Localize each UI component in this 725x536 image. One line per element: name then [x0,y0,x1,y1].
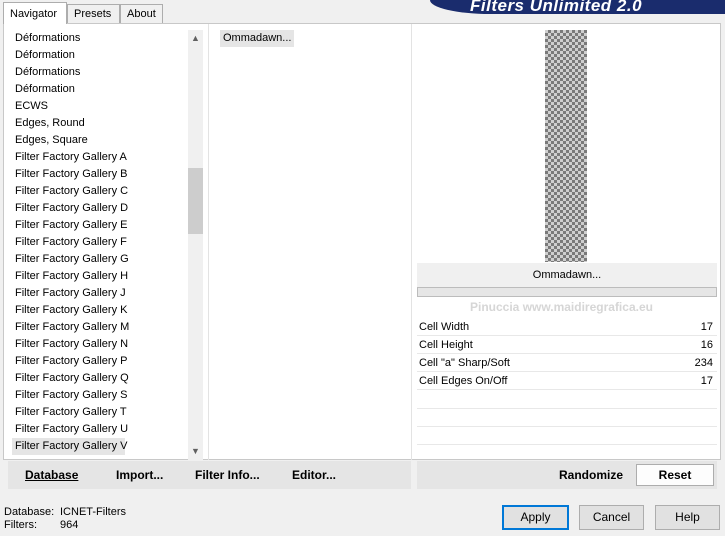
param-value: 16 [700,339,713,351]
list-item[interactable]: Filter Factory Gallery K [12,302,190,319]
list-item[interactable]: Filter Factory Gallery B [12,166,190,183]
banner-title: Filters Unlimited 2.0 [470,0,643,15]
filters-label: Filters: [4,519,37,531]
param-value: 17 [700,375,713,387]
category-list[interactable]: Déformations Déformation Déformations Dé… [12,30,190,455]
database-label: Database: [4,506,55,518]
editor-button[interactable]: Editor... [292,461,336,489]
filters-count: 964 [60,519,79,531]
apply-button[interactable]: Apply [502,505,569,530]
list-item[interactable]: Filter Factory Gallery P [12,353,190,370]
list-item[interactable]: Filter Factory Gallery A [12,149,190,166]
divider [208,24,209,460]
param-label: Cell Height [419,339,473,351]
tab-presets[interactable]: Presets [67,4,120,23]
param-label: Cell Edges On/Off [419,375,508,387]
list-item[interactable]: Filter Factory Gallery M [12,319,190,336]
list-item[interactable]: Déformation [12,47,190,64]
param-label: Cell "a" Sharp/Soft [419,357,510,369]
scrollbar-thumb[interactable] [188,168,203,234]
filter-list-item[interactable]: Ommadawn... [220,30,295,47]
cancel-button[interactable]: Cancel [579,505,644,530]
param-label: Cell Width [419,321,470,333]
list-item[interactable]: Edges, Round [12,115,190,132]
list-item[interactable]: Filter Factory Gallery D [12,200,190,217]
list-item[interactable]: ECWS [12,98,190,115]
list-item[interactable]: Filter Factory Gallery F [12,234,190,251]
list-item[interactable]: Déformations [12,64,190,81]
param-value: 234 [694,357,713,369]
list-item[interactable]: Filter Factory Gallery C [12,183,190,200]
database-button[interactable]: Database [25,461,78,489]
list-item[interactable]: Filter Factory Gallery J [12,285,190,302]
list-item[interactable]: Filter Factory Gallery Q [12,370,190,387]
tab-about[interactable]: About [120,4,163,23]
param-row[interactable]: Cell Edges On/Off 17 [417,372,717,390]
scroll-up-icon[interactable]: ▲ [188,30,203,46]
filter-info-button[interactable]: Filter Info... [195,461,260,489]
scroll-down-icon[interactable]: ▼ [188,443,203,459]
list-item[interactable]: Filter Factory Gallery H [12,268,190,285]
param-value: 17 [700,321,713,333]
progress-bar [417,287,717,297]
list-item-selected[interactable]: Filter Factory Gallery V [12,438,127,455]
list-item[interactable]: Filter Factory Gallery U [12,421,190,438]
list-item[interactable]: Déformations [12,30,190,47]
list-item[interactable]: Filter Factory Gallery E [12,217,190,234]
list-item[interactable]: Edges, Square [12,132,190,149]
list-item[interactable]: Filter Factory Gallery T [12,404,190,421]
list-item[interactable]: Filter Factory Gallery G [12,251,190,268]
divider [417,444,717,445]
current-filter-name: Ommadawn... [417,263,717,287]
divider [411,24,412,460]
help-button[interactable]: Help [655,505,720,530]
param-row[interactable]: Cell "a" Sharp/Soft 234 [417,354,717,372]
category-scrollbar[interactable] [188,30,203,460]
list-item[interactable]: Filter Factory Gallery N [12,336,190,353]
tab-navigator[interactable]: Navigator [3,2,67,24]
import-button[interactable]: Import... [116,461,163,489]
param-row[interactable]: Cell Width 17 [417,318,717,336]
divider [417,426,717,427]
param-row[interactable]: Cell Height 16 [417,336,717,354]
list-item[interactable]: Filter Factory Gallery S [12,387,190,404]
reset-button[interactable]: Reset [636,464,714,486]
randomize-button[interactable]: Randomize [559,461,623,489]
toolbar: Database Import... Filter Info... Editor… [8,461,411,489]
list-item[interactable]: Déformation [12,81,190,98]
database-value: ICNET-Filters [60,506,126,518]
divider [417,408,717,409]
filter-preview [545,30,587,262]
